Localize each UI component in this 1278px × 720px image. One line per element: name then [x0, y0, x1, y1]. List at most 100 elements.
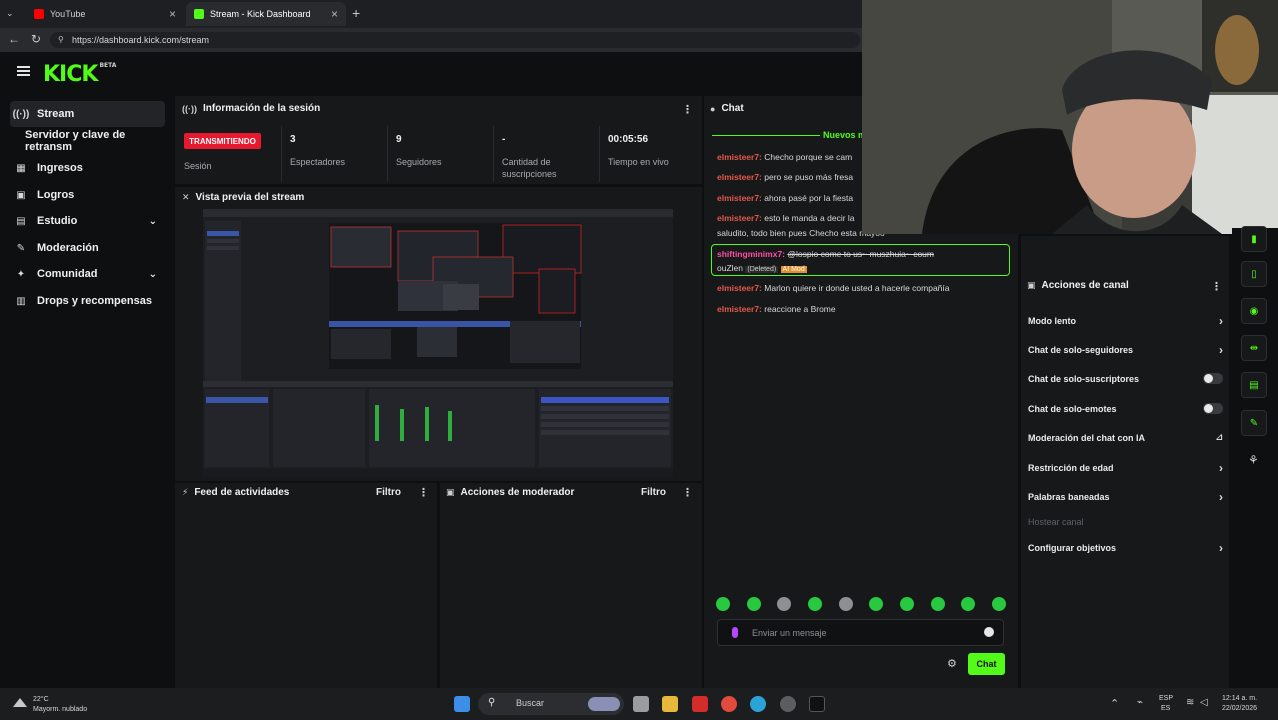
- file-explorer-icon[interactable]: [662, 696, 678, 712]
- chat-message[interactable]: shiftingminimx7: @lospio come to us~ mus…: [717, 249, 934, 259]
- sidebar-item-label: Ingresos: [37, 162, 83, 174]
- reload-icon[interactable]: ↻: [31, 32, 41, 46]
- sidebar-item-stream[interactable]: ((·)) Stream: [10, 101, 165, 127]
- chat-username[interactable]: shiftingminimx7:: [717, 249, 785, 259]
- chat-message[interactable]: elmisteer7: reaccione a Brome: [717, 304, 836, 314]
- kick-logo[interactable]: KICK BETA: [43, 62, 116, 87]
- emote-icon[interactable]: [777, 597, 792, 611]
- emoji-icon[interactable]: [984, 627, 994, 637]
- rail-mobile-icon[interactable]: ▯: [1241, 261, 1267, 287]
- chat-username[interactable]: elmisteer7:: [717, 213, 762, 223]
- task-view-icon[interactable]: [633, 696, 649, 712]
- action-ai-moderation[interactable]: Moderación del chat con IA ⊿: [1028, 432, 1223, 443]
- url-field[interactable]: ⚲ https://dashboard.kick.com/stream: [50, 32, 860, 48]
- chat-message[interactable]: elmisteer7: pero se puso más fresa: [717, 172, 853, 182]
- more-options-icon[interactable]: ⋮: [682, 103, 693, 116]
- rail-raid-icon[interactable]: ⇹: [1241, 335, 1267, 361]
- more-options-icon[interactable]: ⋮: [1211, 280, 1222, 293]
- emote-icon[interactable]: [838, 597, 853, 611]
- tab-kick-dashboard[interactable]: Stream - Kick Dashboard ×: [186, 2, 346, 26]
- tab-youtube[interactable]: YouTube ×: [26, 2, 184, 26]
- stream-preview-video[interactable]: [203, 209, 673, 477]
- chat-username[interactable]: elmisteer7:: [717, 304, 762, 314]
- edge-icon[interactable]: [750, 696, 766, 712]
- chat-username[interactable]: elmisteer7:: [717, 193, 762, 203]
- sidebar-item-moderacion[interactable]: ✎ Moderación: [10, 235, 165, 261]
- close-tab-icon[interactable]: ×: [331, 7, 338, 21]
- site-info-icon[interactable]: ⚲: [58, 35, 64, 44]
- sidebar-item-estudio[interactable]: ▤ Estudio ⌄: [10, 208, 165, 234]
- activity-filter-button[interactable]: Filtro: [376, 487, 401, 498]
- rail-button-top-icon[interactable]: ▮: [1241, 226, 1267, 252]
- chat-username[interactable]: elmisteer7:: [717, 172, 762, 182]
- menu-icon[interactable]: [17, 66, 30, 76]
- chart-icon: ▦: [16, 162, 26, 174]
- chat-message[interactable]: elmisteer7: Marlon quiere ir donde usted…: [717, 283, 950, 293]
- panel-title-text: Feed de actividades: [194, 487, 290, 498]
- action-emotes-only[interactable]: Chat de solo-emotes: [1028, 403, 1223, 414]
- weather-cloud-icon[interactable]: [11, 695, 29, 707]
- lang-top[interactable]: ESP: [1159, 694, 1173, 703]
- action-age-restriction[interactable]: Restricción de edad ›: [1028, 461, 1223, 475]
- chat-username[interactable]: elmisteer7:: [717, 283, 762, 293]
- emote-icon[interactable]: [930, 597, 945, 611]
- close-tab-icon[interactable]: ×: [169, 7, 176, 21]
- more-options-icon[interactable]: ⋮: [418, 486, 429, 499]
- tab-list-chevron-icon[interactable]: ⌄: [6, 8, 14, 19]
- new-tab-icon[interactable]: +: [352, 5, 360, 21]
- emotes-only-toggle[interactable]: [1203, 403, 1223, 414]
- send-chat-button[interactable]: Chat: [968, 653, 1005, 675]
- chat-message[interactable]: elmisteer7: Checho porque se cam: [717, 152, 852, 162]
- chat-message-input[interactable]: Enviar un mensaje: [717, 619, 1004, 646]
- chat-settings-gear-icon[interactable]: ⚙: [947, 657, 957, 670]
- back-icon[interactable]: ←: [8, 32, 20, 46]
- clock-date[interactable]: 22/02/2026: [1222, 704, 1257, 713]
- rail-share-icon[interactable]: ⚘: [1248, 453, 1259, 467]
- mod-filter-button[interactable]: Filtro: [641, 487, 666, 498]
- stat-divider: [599, 126, 600, 182]
- emote-icon[interactable]: [899, 597, 914, 611]
- volume-icon[interactable]: ◁: [1200, 697, 1208, 708]
- action-slow-mode[interactable]: Modo lento ›: [1028, 314, 1223, 328]
- wifi-icon[interactable]: ≋: [1186, 697, 1194, 708]
- rail-chat-icon[interactable]: ◉: [1241, 298, 1267, 324]
- sidebar-item-label: Moderación: [37, 242, 99, 254]
- tray-arrow-icon[interactable]: ⌃: [1110, 697, 1119, 710]
- emote-icon[interactable]: [869, 597, 884, 611]
- chat-message[interactable]: elmisteer7: esto le manda a decir la: [717, 213, 855, 223]
- more-options-icon[interactable]: ⋮: [682, 486, 693, 499]
- emote-icon[interactable]: [961, 597, 976, 611]
- emote-icon[interactable]: [991, 597, 1006, 611]
- action-followers-only[interactable]: Chat de solo-seguidores ›: [1028, 343, 1223, 357]
- chrome-icon[interactable]: [721, 696, 737, 712]
- sidebar-item-drops[interactable]: ▥ Drops y recompensas: [10, 288, 165, 314]
- emote-icon[interactable]: [716, 597, 730, 611]
- emote-icon[interactable]: [746, 597, 761, 611]
- emote-icon[interactable]: [807, 597, 822, 611]
- action-set-goals[interactable]: Configurar objetivos ›: [1028, 541, 1223, 555]
- steam-icon[interactable]: [780, 696, 796, 712]
- monitor-icon: ▣: [1027, 280, 1036, 290]
- sidebar-item-logros[interactable]: ▣ Logros: [10, 182, 165, 208]
- action-banned-words[interactable]: Palabras baneadas ›: [1028, 490, 1223, 504]
- tiktok-icon[interactable]: [809, 696, 825, 712]
- rail-wrench-icon[interactable]: ✎: [1241, 410, 1267, 436]
- tray-usb-icon[interactable]: ⌁: [1137, 697, 1143, 708]
- app-l-icon[interactable]: [692, 696, 708, 712]
- logo-text: KICK: [43, 62, 98, 87]
- rail-layout-icon[interactable]: ▤: [1241, 372, 1267, 398]
- chat-username[interactable]: elmisteer7:: [717, 152, 762, 162]
- mic-icon[interactable]: [732, 627, 738, 638]
- taskbar-search[interactable]: ⚲ Buscar: [478, 693, 624, 715]
- lang-bottom[interactable]: ES: [1161, 704, 1170, 713]
- mod-actions-panel: [440, 483, 702, 688]
- windows-start-icon[interactable]: [454, 696, 470, 712]
- chat-message[interactable]: elmisteer7: ahora pasé por la fiesta: [717, 193, 853, 203]
- subscribers-only-toggle[interactable]: [1203, 373, 1223, 384]
- sidebar-item-label: Logros: [37, 189, 75, 201]
- sidebar-item-comunidad[interactable]: ✦ Comunidad ⌄: [10, 261, 165, 287]
- sidebar-item-ingresos[interactable]: ▦ Ingresos: [10, 155, 165, 181]
- clock-time[interactable]: 12:14 a. m.: [1222, 694, 1257, 703]
- sidebar-item-server-key[interactable]: Servidor y clave de retransm: [20, 128, 175, 154]
- action-subscribers-only[interactable]: Chat de solo-suscriptores: [1028, 373, 1223, 384]
